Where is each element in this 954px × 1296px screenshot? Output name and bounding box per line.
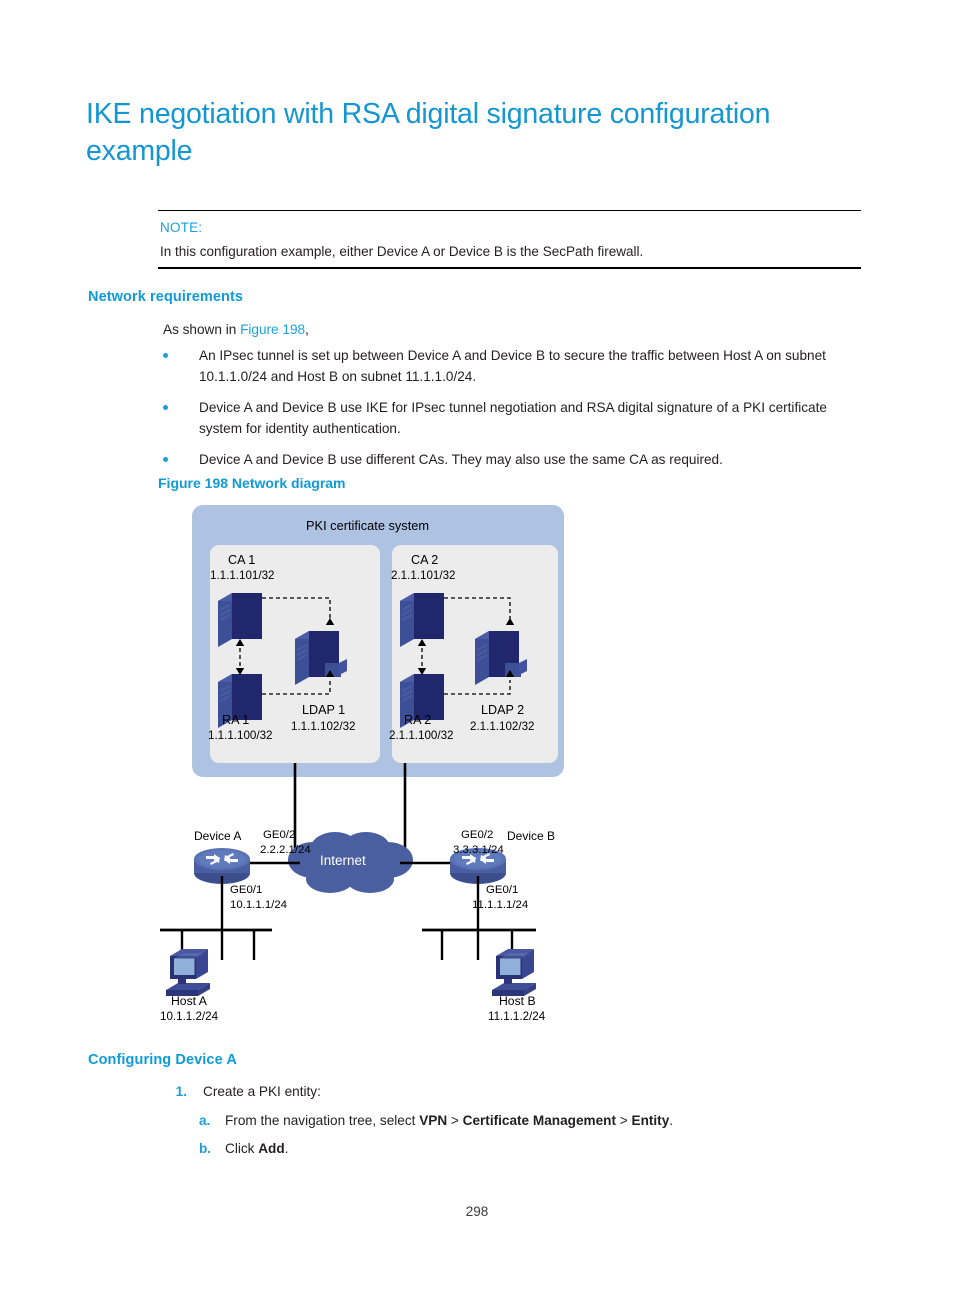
ra2-name-label: RA 2 [404,713,432,727]
list-item-text: An IPsec tunnel is set up between Device… [199,348,826,384]
nav-path-certificate-management[interactable]: Certificate Management [463,1113,616,1128]
configuration-steps: 1. Create a PKI entity: a. From the navi… [163,1082,863,1167]
substep-prefix: From the navigation tree, select [225,1113,420,1128]
internet-cloud-label: Internet [320,853,366,868]
device-a-wan-ip-label: 2.2.2.1/24 [260,844,311,856]
bullet-icon [163,457,168,462]
note-bottom-rule [158,267,861,269]
host-a-name-label: Host A [171,994,207,1008]
device-b-lan-if-label: GE0/1 [486,884,519,896]
requirements-list: An IPsec tunnel is set up between Device… [163,346,868,482]
substep-item: a. From the navigation tree, select VPN … [163,1111,863,1131]
device-b-lan-ip-label: 11.1.1.1/24 [472,899,529,911]
substep-letter: a. [199,1113,211,1128]
intro-prefix: As shown in [163,322,241,337]
step-item: 1. Create a PKI entity: [163,1082,863,1102]
ca1-name-label: CA 1 [228,553,256,567]
step-number: 1. [175,1084,187,1099]
nav-path-vpn[interactable]: VPN [419,1113,447,1128]
device-a-wan-if-label: GE0/2 [263,829,296,841]
substep-prefix: Click [225,1141,259,1156]
document-page: IKE negotiation with RSA digital signatu… [0,0,954,1296]
substep-item: b. Click Add. [163,1139,863,1159]
list-item-text: Device A and Device B use IKE for IPsec … [199,400,827,436]
device-b-wan-ip-label: 3.3.3.1/24 [453,844,504,856]
list-item: Device A and Device B use IKE for IPsec … [163,398,868,439]
note-label: NOTE: [160,220,203,236]
ca1-ip-label: 1.1.1.101/32 [210,569,275,582]
figure-cross-reference[interactable]: Figure 198 [240,322,305,337]
heading-configuring-device-a: Configuring Device A [88,1052,237,1068]
ldap2-ip-label: 2.1.1.102/32 [470,720,535,733]
step-text: Create a PKI entity: [203,1084,321,1099]
device-a-name-label: Device A [194,829,242,843]
ra2-ip-label: 2.1.1.100/32 [389,729,454,742]
device-b-name-label: Device B [507,829,556,843]
intro-line: As shown in Figure 198, [163,320,309,340]
note-text: In this configuration example, either De… [160,244,644,260]
intro-suffix: , [305,322,309,337]
add-button-reference[interactable]: Add [258,1141,284,1156]
ra1-name-label: RA 1 [222,713,250,727]
ca2-ip-label: 2.1.1.101/32 [391,569,456,582]
list-item-text: Device A and Device B use different CAs.… [199,452,723,467]
nav-path-entity[interactable]: Entity [632,1113,670,1128]
page-title: IKE negotiation with RSA digital signatu… [86,98,771,167]
figure-caption: Figure 198 Network diagram [158,475,346,491]
device-b-wan-if-label: GE0/2 [461,829,494,841]
heading-network-requirements: Network requirements [88,289,244,305]
substep-suffix: . [284,1141,289,1156]
note-block: NOTE: In this configuration example, eit… [158,210,861,269]
device-a-lan-ip-label: 10.1.1.1/24 [230,899,288,911]
ca2-name-label: CA 2 [411,553,439,567]
ldap2-name-label: LDAP 2 [481,703,525,717]
host-a-ip-label: 10.1.1.2/24 [160,1010,219,1023]
list-item: Device A and Device B use different CAs.… [163,450,868,471]
host-b-ip-label: 11.1.1.2/24 [488,1010,546,1023]
device-a-lan-if-label: GE0/1 [230,884,263,896]
substep-suffix: . [669,1113,674,1128]
network-diagram: PKI certificate system CA 1 1.1.1.101/32… [150,498,650,1023]
substep-letter: b. [199,1141,212,1156]
ldap1-name-label: LDAP 1 [302,703,346,717]
bullet-icon [163,353,168,358]
bullet-icon [163,405,168,410]
host-b-name-label: Host B [499,994,536,1008]
ldap1-ip-label: 1.1.1.102/32 [291,720,356,733]
nav-separator: > [447,1113,463,1128]
ra1-ip-label: 1.1.1.100/32 [208,729,273,742]
nav-separator: > [616,1113,632,1128]
page-number: 298 [465,1204,489,1219]
pki-system-title: PKI certificate system [306,518,430,533]
list-item: An IPsec tunnel is set up between Device… [163,346,868,387]
